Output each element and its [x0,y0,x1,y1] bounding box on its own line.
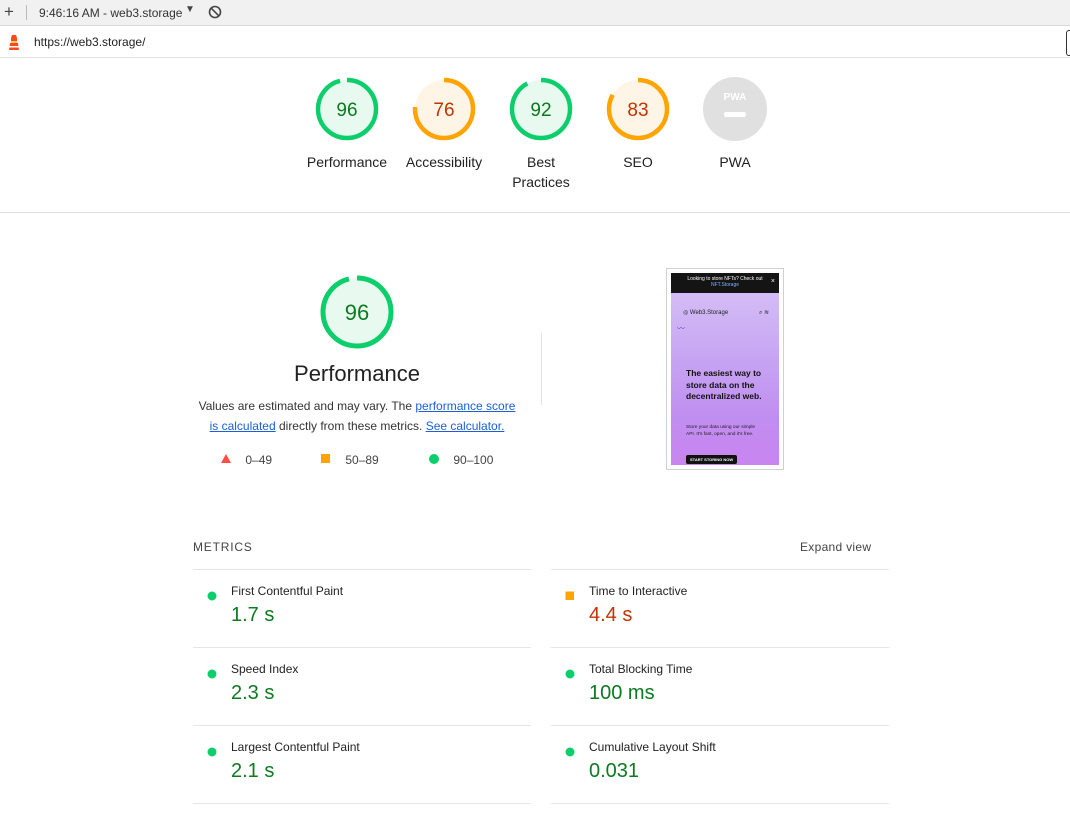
metric-cumulative-layout-shift[interactable]: Cumulative Layout Shift 0.031 [551,725,889,804]
score-gauge: 96 [315,77,379,141]
metric-title: Total Blocking Time [589,662,693,676]
screenshot-banner: Looking to store NFTs? Check out NFT.Sto… [671,273,779,293]
pass-circle-icon [207,666,217,684]
toolbar-separator [26,5,27,20]
score-gauge: 83 [606,77,670,141]
metric-title: Cumulative Layout Shift [589,740,716,754]
metrics-header: METRICS [193,540,253,554]
legend-fail: 0–49 [220,453,272,467]
block-icon[interactable] [208,5,222,22]
average-square-icon [565,588,575,606]
category-gauge-best-practices[interactable]: 92 Best Practices [493,76,589,192]
metric-value: 0.031 [589,760,640,782]
performance-title: Performance [294,361,420,386]
category-gauge-performance[interactable]: 96 Performance [299,76,395,172]
pass-circle-icon [565,666,575,684]
gauge-score: 92 [530,100,551,121]
metric-largest-contentful-paint[interactable]: Largest Contentful Paint 2.1 s [193,725,531,804]
metric-time-to-interactive[interactable]: Time to Interactive 4.4 s [551,569,889,647]
metric-value: 4.4 s [589,604,633,626]
lighthouse-icon [7,33,21,56]
final-screenshot[interactable]: Looking to store NFTs? Check out NFT.Sto… [666,268,784,470]
pass-circle-icon [565,744,575,762]
metric-title: First Contentful Paint [231,584,344,598]
category-scores: 96 Performance 76 Accessibility 92 Best … [0,76,1070,196]
screenshot-image: Looking to store NFTs? Check out NFT.Sto… [671,273,779,465]
metric-title: Largest Contentful Paint [231,740,360,754]
category-gauge-seo[interactable]: 83 SEO [590,76,686,172]
screenshot-headline: The easiest way to store data on the dec… [686,368,762,401]
desc-prefix: Values are estimated and may vary. The [198,399,416,413]
see-calculator-link[interactable]: See calculator. [426,419,505,433]
category-label: Accessibility [405,154,483,170]
legend-pass-label: 90–100 [453,453,494,467]
pass-circle-icon [207,744,217,762]
pwa-badge-text: PWA [724,92,747,103]
category-gauge-pwa[interactable]: PWA PWA [687,76,783,172]
vertical-separator [541,333,542,405]
expand-view-toggle[interactable]: Expand view [800,540,871,554]
screenshot-subtext: Store your data using our simple API. It… [686,425,756,437]
squiggle-icon: 〰 [677,324,685,333]
category-gauge-accessibility[interactable]: 76 Accessibility [396,76,492,172]
metric-first-contentful-paint[interactable]: First Contentful Paint 1.7 s [193,569,531,647]
legend-fail-label: 0–49 [245,453,273,467]
gauge-score: 96 [336,100,357,121]
close-icon: × [770,278,775,285]
metric-value: 2.3 s [231,682,275,704]
legend-average-label: 50–89 [345,453,379,467]
caret-down-icon[interactable]: ▼ [185,4,195,15]
performance-gauge: 96 [320,275,394,349]
screenshot-logo: ◎ Web3.Storage [683,310,729,316]
metric-title: Time to Interactive [589,584,688,598]
report-selector[interactable]: 9:46:16 AM - web3.storage [39,6,182,20]
category-label: PWA [719,154,751,170]
metric-value: 100 ms [589,682,655,704]
average-square-icon [321,454,330,463]
address-bar: https://web3.storage/ [0,26,1070,58]
legend-average: 50–89 [320,453,379,467]
performance-description: Values are estimated and may vary. The p… [193,396,521,436]
category-label: Performance [306,154,388,170]
logo-text: Web3.Storage [689,310,729,316]
desc-middle: directly from these metrics. [275,419,426,433]
score-gauge: 76 [412,77,476,141]
gauge-score: 83 [627,100,648,121]
metric-value: 1.7 s [231,604,275,626]
metric-value: 2.1 s [231,760,275,782]
gauge-score: 76 [433,100,454,121]
metric-title: Speed Index [231,662,299,676]
banner-link: NFT.Storage [710,282,740,288]
metric-total-blocking-time[interactable]: Total Blocking Time 100 ms [551,647,889,725]
screenshot-nav-icons: ⌕ ≋ [758,310,769,316]
window-edge [1066,30,1070,56]
score-gauge: 92 [509,77,573,141]
pass-circle-icon [207,588,217,606]
fail-triangle-icon [221,454,231,463]
plus-icon[interactable]: + [4,1,14,23]
pwa-badge: PWA [703,77,767,141]
category-label: Best Practices [512,154,570,190]
category-label: SEO [623,154,653,170]
pass-circle-icon [429,454,439,464]
devtools-toolbar: + 9:46:16 AM - web3.storage ▼ [0,0,1070,26]
screenshot-cta: START STORING NOW [686,455,738,464]
section-divider [0,212,1070,213]
page-url[interactable]: https://web3.storage/ [34,35,145,49]
performance-score: 96 [345,300,369,325]
legend-pass: 90–100 [428,453,493,467]
metric-speed-index[interactable]: Speed Index 2.3 s [193,647,531,725]
